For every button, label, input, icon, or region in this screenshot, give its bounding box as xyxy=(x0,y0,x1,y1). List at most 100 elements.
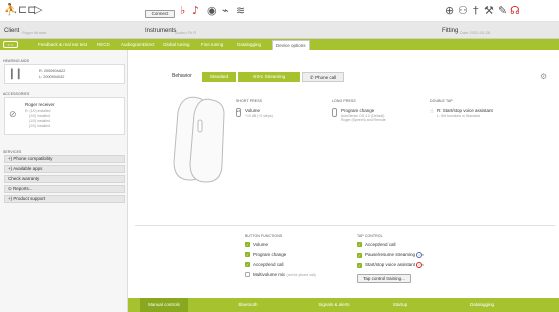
function-label: Multivolume mic xyxy=(253,272,286,277)
tab-manual-controls[interactable]: Manual controls xyxy=(140,298,188,312)
hearing-aid-red-icon[interactable]: ♭ xyxy=(180,5,185,16)
dropdown-arrow-icon[interactable]: ▾ xyxy=(422,263,424,267)
ear-red-icon[interactable]: ♪ xyxy=(192,5,199,16)
short-press-title: SHORT PRESS xyxy=(236,99,263,103)
accessory-line: R: (1/0) installed xyxy=(25,109,51,113)
button-function-accept-end-call[interactable]: ✓ Accept/end call xyxy=(245,262,284,268)
person-icon[interactable]: ⛹ xyxy=(4,4,18,15)
tools-icon[interactable]: † xyxy=(473,5,479,16)
tap-control-pause-resume[interactable]: ✓ Pause/resume streaming ○ ▾ xyxy=(357,252,424,258)
instruments-label: Instruments xyxy=(145,28,177,34)
forward-icon[interactable]: ▷ xyxy=(34,4,42,15)
tab-global-tuning[interactable]: Global tuning xyxy=(160,39,193,50)
double-tap-icon: ☝ xyxy=(430,108,434,115)
short-press-value[interactable]: Volume xyxy=(245,108,260,113)
hearing-aid-pair-icon: ▎▎ xyxy=(11,70,25,80)
function-note: (not for phone call) xyxy=(286,273,316,277)
mode-streaming-button[interactable]: ⚙⚙↯ Streaming xyxy=(238,72,300,82)
button-function-volume[interactable]: ✓ Volume xyxy=(245,242,269,248)
accessory-line: (2/0) installed xyxy=(29,124,51,128)
accessory-line: (1/0) installed xyxy=(29,119,51,123)
tab-bluetooth[interactable]: Bluetooth xyxy=(228,298,268,312)
function-label: Volume xyxy=(253,242,269,247)
double-tap-detail: L: Set functions in Standard xyxy=(437,114,480,118)
button-press-icon: ▴▾ xyxy=(236,108,241,117)
bottom-tabs: Manual controls Bluetooth Signals & aler… xyxy=(128,298,559,312)
tab-signals-alerts[interactable]: Signals & alerts xyxy=(308,298,360,312)
long-press-value[interactable]: Program change xyxy=(341,108,374,113)
dropdown-arrow-icon[interactable]: ▾ xyxy=(422,253,424,257)
accessories-title: ACCESSORIES xyxy=(3,92,30,96)
speaker-icon[interactable]: ⚒ xyxy=(484,5,494,16)
client-label: Client xyxy=(4,28,20,34)
function-label: Accept/end call xyxy=(253,262,284,267)
service-product-support[interactable]: +) Product support xyxy=(4,195,125,203)
service-phone-compatibility[interactable]: +) Phone compatibility xyxy=(4,155,125,163)
button-function-program-change[interactable]: ✓ Program change xyxy=(245,252,286,258)
signal-icon[interactable]: ≋ xyxy=(236,5,245,16)
checkbox-checked[interactable]: ✓ xyxy=(245,242,250,248)
tap-control-training-button[interactable]: Tap control training... xyxy=(357,274,411,283)
accessory-line: (2/0) installed xyxy=(29,114,51,118)
connect-button[interactable]: Connect xyxy=(145,10,175,18)
tap-control-label: Start/stop voice assistant xyxy=(365,262,416,268)
checkbox-checked[interactable]: ✓ xyxy=(357,242,362,248)
double-tap-title: DOUBLE TAP xyxy=(430,99,453,103)
mode-streaming-label: Streaming xyxy=(264,74,286,79)
tab-fine-tuning[interactable]: Fine tuning xyxy=(198,39,226,50)
tab-startup[interactable]: Startup xyxy=(380,298,420,312)
people-icon[interactable]: ⚇ xyxy=(458,5,468,16)
button-long-press-icon xyxy=(332,108,337,117)
checkbox-checked[interactable]: ✓ xyxy=(245,252,250,258)
tab-datalogging-bottom[interactable]: Datalogging xyxy=(458,298,506,312)
tab-device-options[interactable]: Device options xyxy=(272,40,310,50)
sound-icon[interactable]: ◉ xyxy=(207,5,217,16)
tab-audiogramdirect[interactable]: AudiogramDirect xyxy=(118,39,158,50)
tab-feedback-real-ear[interactable]: Feedback & real ear test xyxy=(35,39,90,50)
wrench-icon[interactable]: ✎ xyxy=(498,5,507,16)
headset-red-icon[interactable]: ☊ xyxy=(510,5,520,16)
back-forward-button[interactable]: < > xyxy=(3,41,18,48)
globe-icon[interactable]: ⊕ xyxy=(445,5,454,16)
hearing-aid-right-serial: R: 2000904A22 xyxy=(39,69,66,73)
hearing-aid-left-serial: L: 2000904042 xyxy=(39,75,65,79)
hearing-aids-panel[interactable]: ▎▎ R: 2000904A22 L: 2000904042 xyxy=(4,64,125,84)
mode-phone-button[interactable]: ✆ Phone call xyxy=(302,72,344,82)
streaming-icons: ⚙⚙↯ xyxy=(252,74,265,79)
tap-control-label: Accept/end call xyxy=(365,242,396,247)
service-label: Product support xyxy=(13,196,46,201)
button-function-multivolume[interactable]: Multivolume mic (not for phone call) xyxy=(245,272,316,278)
session-header: Client Roger Mustar Instruments Audeo Fi… xyxy=(0,22,559,39)
instruments-value: Audeo Fit R xyxy=(175,30,197,35)
short-press-detail: +10 dB (+2 steps) xyxy=(245,114,273,118)
settings-gear-icon[interactable]: ⚙ xyxy=(540,72,547,81)
hearing-aids-title: HEARING AIDS xyxy=(3,59,30,63)
mode-phone-label: Phone call xyxy=(315,75,337,80)
checkbox-checked[interactable]: ✓ xyxy=(245,262,250,268)
long-press-title: LONG PRESS xyxy=(332,99,356,103)
tap-control-title: TAP CONTROL xyxy=(357,234,383,238)
service-reports[interactable]: ⊙ Reports... xyxy=(4,185,125,193)
checkbox-checked[interactable]: ✓ xyxy=(357,262,362,268)
double-tap-value[interactable]: R: Start/stop voice assistant xyxy=(437,108,493,113)
service-check-warranty[interactable]: Check warranty xyxy=(4,175,125,183)
mode-standard-button[interactable]: Standard xyxy=(202,72,236,82)
checkbox-checked[interactable]: ✓ xyxy=(357,252,362,258)
roger-receiver-icon: ⊘ xyxy=(9,110,17,120)
hearing-aid-illustration xyxy=(173,96,225,183)
link-icon[interactable]: ⌁ xyxy=(222,5,229,16)
tab-recd[interactable]: RECD xyxy=(94,39,113,50)
tap-control-accept-end-call[interactable]: ✓ Accept/end call xyxy=(357,242,396,248)
behavior-bar: Behavior Standard ⚙⚙↯ Streaming ✆ Phone … xyxy=(166,70,551,83)
service-available-apps[interactable]: +) Available apps xyxy=(4,165,125,173)
tap-control-voice-assistant[interactable]: ✓ Start/stop voice assistant ○ ▾ xyxy=(357,262,424,268)
services-title: SERVICES xyxy=(3,150,22,154)
sidebar: HEARING AIDS ▎▎ R: 2000904A22 L: 2000904… xyxy=(0,50,128,312)
service-label: Check warranty xyxy=(8,176,40,181)
service-label: Reports... xyxy=(13,186,33,191)
accessories-panel[interactable]: ⊘ Roger receiver R: (1/0) installed (2/0… xyxy=(4,97,125,135)
behavior-label: Behavior xyxy=(172,73,192,79)
section-divider xyxy=(135,225,555,226)
tab-datalogging[interactable]: Datalogging xyxy=(234,39,264,50)
checkbox-unchecked[interactable] xyxy=(245,272,250,278)
